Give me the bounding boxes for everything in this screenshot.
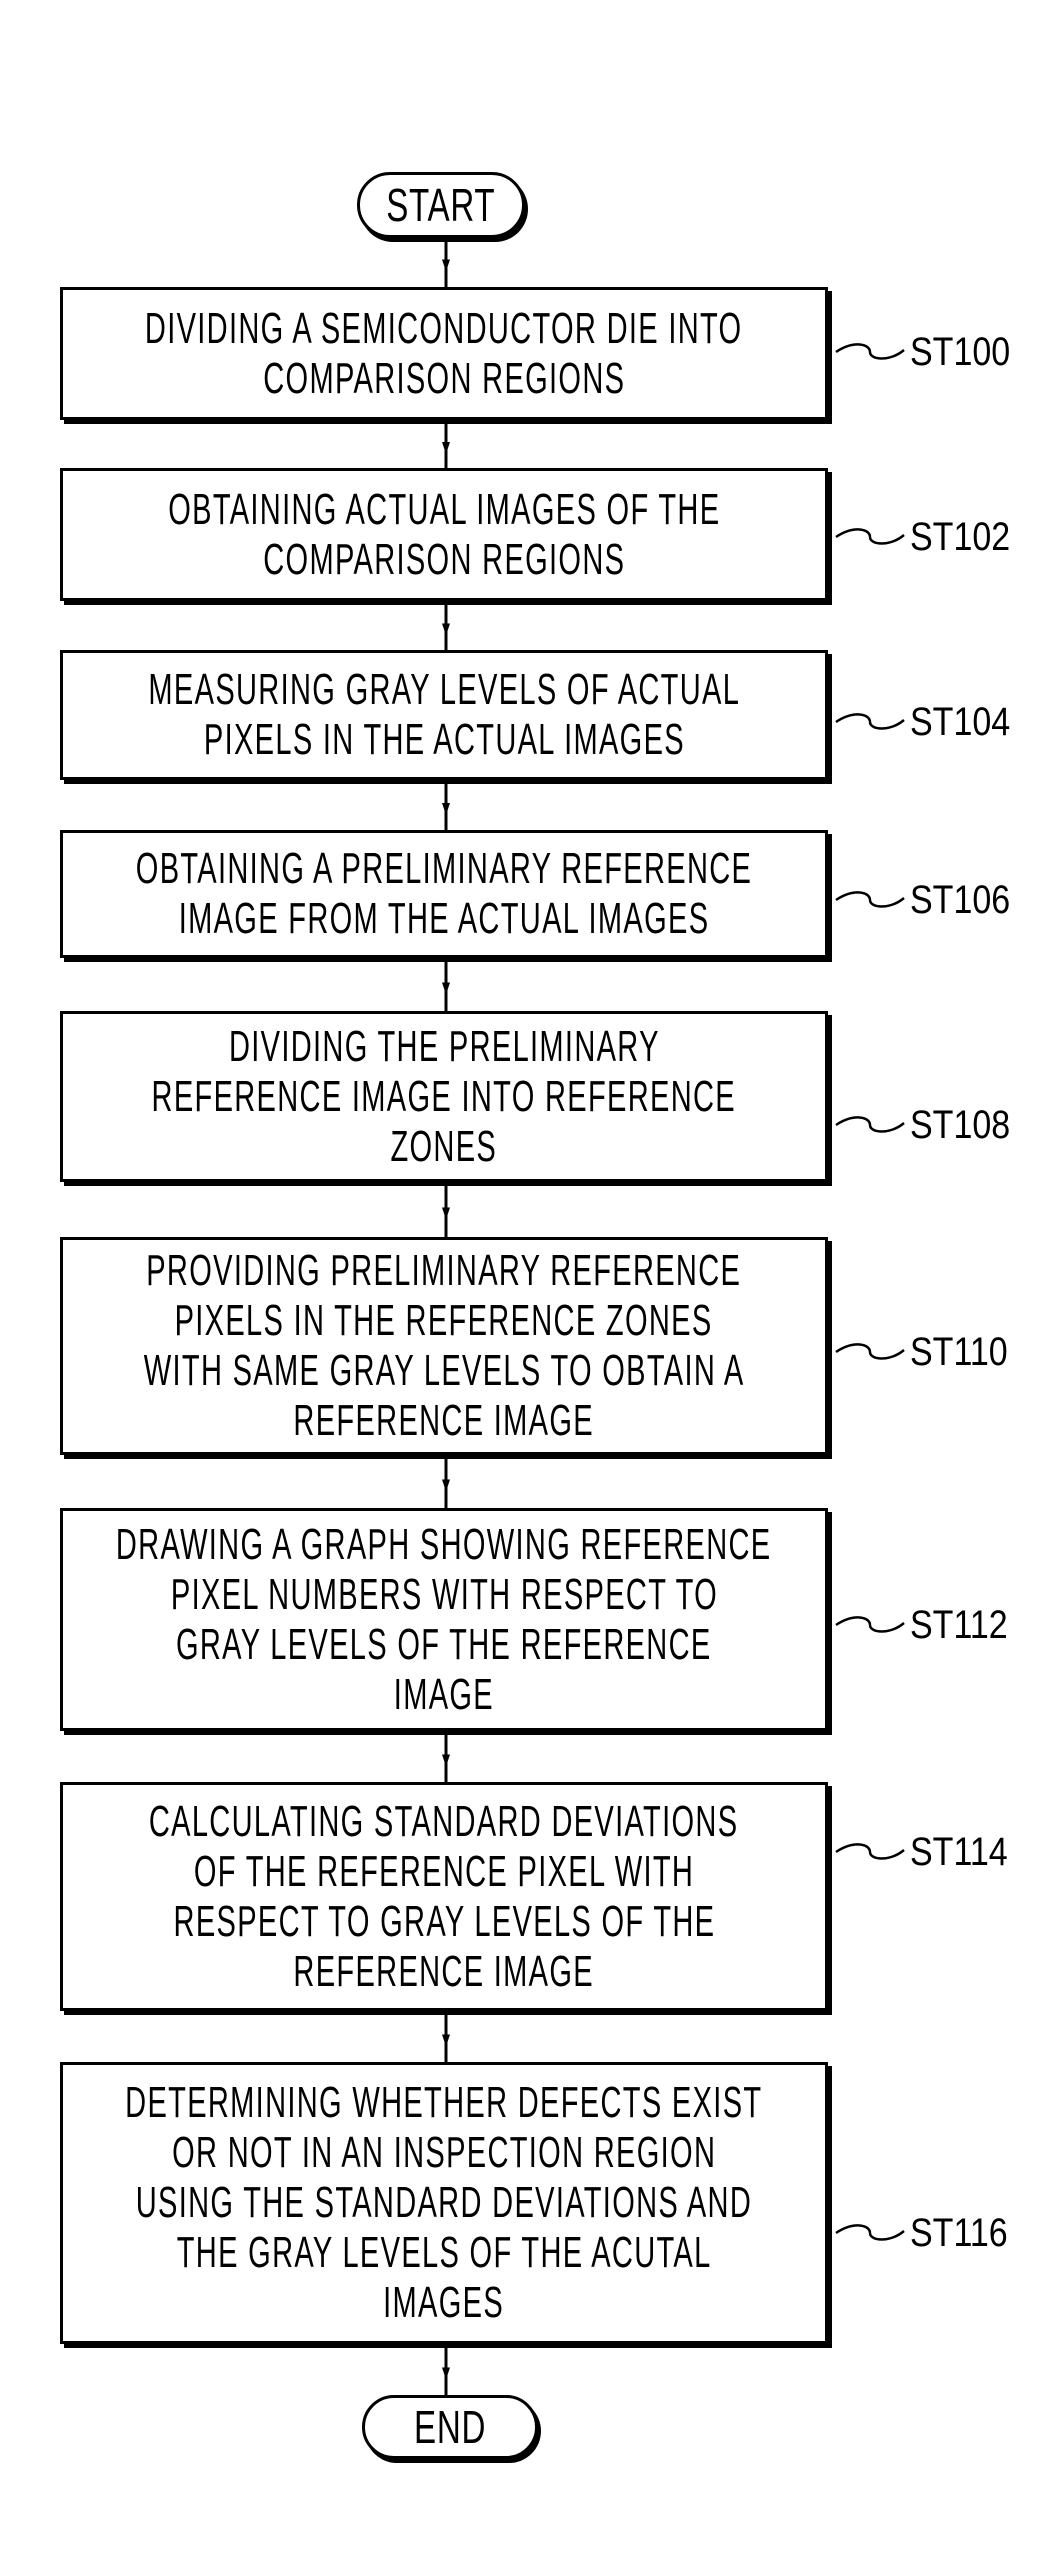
process-box-st102: OBTAINING ACTUAL IMAGES OF THE COMPARISON… xyxy=(60,468,828,601)
leader-line xyxy=(835,891,905,908)
leader-line xyxy=(835,1843,905,1860)
process-text-line: PIXELS IN THE REFERENCE ZONES xyxy=(175,1296,714,1345)
arrow-down-icon xyxy=(442,982,450,995)
arrow-down-icon xyxy=(442,2367,450,2380)
process-text-line: IMAGE FROM THE ACTUAL IMAGES xyxy=(178,894,710,943)
step-label-st106: ST106 xyxy=(910,878,1011,922)
process-text-line: PROVIDING PRELIMINARY REFERENCE xyxy=(146,1246,742,1295)
step-label-st112: ST112 xyxy=(910,1603,1008,1647)
arrow-down-icon xyxy=(442,1207,450,1220)
arrow-down-icon xyxy=(442,1754,450,1767)
arrow-down-icon xyxy=(442,442,450,454)
leader-line xyxy=(835,1616,905,1633)
step-label-st108: ST108 xyxy=(910,1103,1011,1147)
leader-line xyxy=(835,528,905,545)
process-text-line: OBTAINING A PRELIMINARY REFERENCE xyxy=(135,844,753,893)
process-text-line: COMPARISON REGIONS xyxy=(262,353,626,403)
process-box-st104: MEASURING GRAY LEVELS OF ACTUAL PIXELS IN… xyxy=(60,650,828,780)
process-text-line: REFERENCE IMAGE xyxy=(293,1396,595,1445)
process-text-line: WITH SAME GRAY LEVELS TO OBTAIN A xyxy=(143,1346,745,1395)
process-text-line: USING THE STANDARD DEVIATIONS AND xyxy=(135,2178,753,2227)
process-text-line: REFERENCE IMAGE INTO REFERENCE xyxy=(151,1071,737,1121)
process-text-line: MEASURING GRAY LEVELS OF ACTUAL xyxy=(148,665,740,714)
process-text-line: GRAY LEVELS OF THE REFERENCE xyxy=(176,1619,712,1669)
process-text-line: OF THE REFERENCE PIXEL WITH xyxy=(193,1846,695,1896)
process-box-st100: DIVIDING A SEMICONDUCTOR DIE INTO COMPARI… xyxy=(60,287,828,420)
process-text-line: IMAGE xyxy=(393,1669,495,1719)
start-label: START xyxy=(386,179,496,231)
process-box-st108: DIVIDING THE PRELIMINARY REFERENCE IMAGE … xyxy=(60,1011,828,1182)
process-text-line: ZONES xyxy=(390,1121,498,1171)
flowchart: START DIVIDING A SEMICONDUCTOR DIE INTO C… xyxy=(0,0,1064,2552)
step-label-st110: ST110 xyxy=(910,1330,1008,1374)
step-label-st100: ST100 xyxy=(910,330,1011,374)
process-text-line: RESPECT TO GRAY LEVELS OF THE xyxy=(173,1896,715,1946)
leader-line xyxy=(835,1116,905,1133)
process-text-line: DRAWING A GRAPH SHOWING REFERENCE xyxy=(116,1519,772,1569)
step-label-st114: ST114 xyxy=(910,1830,1008,1874)
step-label-st116: ST116 xyxy=(910,2211,1008,2255)
process-text-line: OR NOT IN AN INSPECTION REGION xyxy=(171,2128,717,2177)
process-text-line: PIXEL NUMBERS WITH RESPECT TO xyxy=(170,1569,718,1619)
end-terminal: END xyxy=(362,2395,538,2459)
leader-line xyxy=(835,1343,905,1360)
process-text-line: COMPARISON REGIONS xyxy=(262,534,626,584)
process-box-st106: OBTAINING A PRELIMINARY REFERENCE IMAGE F… xyxy=(60,830,828,958)
process-box-st116: DETERMINING WHETHER DEFECTS EXIST OR NOT … xyxy=(60,2062,828,2344)
process-text-line: DIVIDING A SEMICONDUCTOR DIE INTO xyxy=(145,303,743,353)
process-text-line: REFERENCE IMAGE xyxy=(293,1946,595,1996)
process-box-st110: PROVIDING PRELIMINARY REFERENCE PIXELS IN… xyxy=(60,1237,828,1455)
leader-line xyxy=(835,343,905,360)
arrow-down-icon xyxy=(442,803,450,815)
leader-line xyxy=(835,2224,905,2241)
arrow-down-icon xyxy=(442,623,450,636)
process-text-line: THE GRAY LEVELS OF THE ACUTAL xyxy=(176,2228,712,2277)
process-box-st112: DRAWING A GRAPH SHOWING REFERENCE PIXEL N… xyxy=(60,1508,828,1731)
process-text-line: CALCULATING STANDARD DEVIATIONS xyxy=(149,1796,739,1846)
arrow-down-icon xyxy=(442,2034,450,2047)
step-label-st102: ST102 xyxy=(910,515,1011,559)
process-text-line: PIXELS IN THE ACTUAL IMAGES xyxy=(203,715,685,764)
end-label: END xyxy=(413,2401,487,2453)
process-box-st114: CALCULATING STANDARD DEVIATIONS OF THE RE… xyxy=(60,1782,828,2011)
process-text-line: DIVIDING THE PRELIMINARY xyxy=(228,1021,660,1071)
process-text-line: OBTAINING ACTUAL IMAGES OF THE xyxy=(167,484,721,534)
arrow-down-icon xyxy=(442,259,450,272)
leader-line xyxy=(835,713,905,730)
start-terminal: START xyxy=(357,172,525,238)
arrow-down-icon xyxy=(442,1479,450,1492)
process-text-line: DETERMINING WHETHER DEFECTS EXIST xyxy=(125,2078,763,2127)
process-text-line: IMAGES xyxy=(383,2278,505,2327)
step-label-st104: ST104 xyxy=(910,700,1011,744)
